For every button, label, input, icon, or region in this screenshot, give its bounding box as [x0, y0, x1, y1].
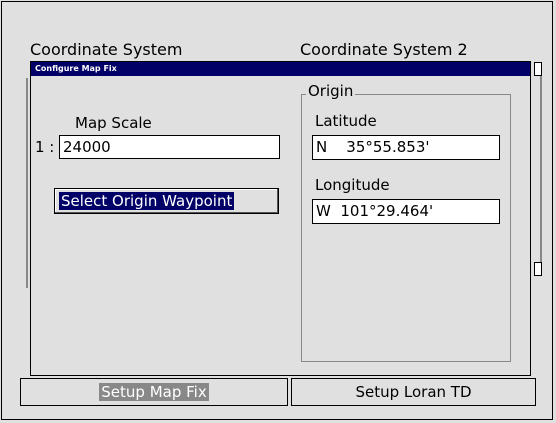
latitude-label: Latitude [315, 112, 377, 130]
bg-coordinate-system-label: Coordinate System [30, 40, 183, 59]
tab-setup-map-fix[interactable]: Setup Map Fix [20, 378, 288, 406]
select-origin-waypoint-button[interactable]: Select Origin Waypoint [54, 188, 279, 214]
origin-legend: Origin [306, 82, 356, 100]
longitude-label: Longitude [315, 176, 390, 194]
map-scale-input[interactable]: 24000 [59, 135, 280, 159]
latitude-input[interactable]: N 35°55.853' [312, 135, 500, 160]
tab-setup-loran-td-label: Setup Loran TD [355, 383, 472, 401]
scroll-up-arrow-icon[interactable] [534, 62, 542, 76]
bg-coordinate-system-2-label: Coordinate System 2 [300, 40, 468, 59]
select-origin-waypoint-label: Select Origin Waypoint [59, 192, 235, 210]
scroll-down-arrow-icon[interactable] [534, 262, 542, 276]
tab-setup-loran-td[interactable]: Setup Loran TD [291, 378, 536, 406]
configure-map-fix-dialog: Configure Map Fix Map Scale 1 : 24000 Se… [30, 61, 531, 376]
tab-setup-map-fix-label: Setup Map Fix [99, 383, 209, 401]
dialog-title: Configure Map Fix [35, 64, 117, 73]
longitude-input[interactable]: W 101°29.464' [312, 199, 500, 224]
map-scale-label: Map Scale [75, 114, 152, 132]
dialog-titlebar[interactable]: Configure Map Fix [31, 62, 530, 76]
map-scale-prefix: 1 : [35, 138, 55, 156]
scroll-track[interactable] [540, 76, 542, 262]
bg-panel-left-edge [26, 78, 28, 288]
